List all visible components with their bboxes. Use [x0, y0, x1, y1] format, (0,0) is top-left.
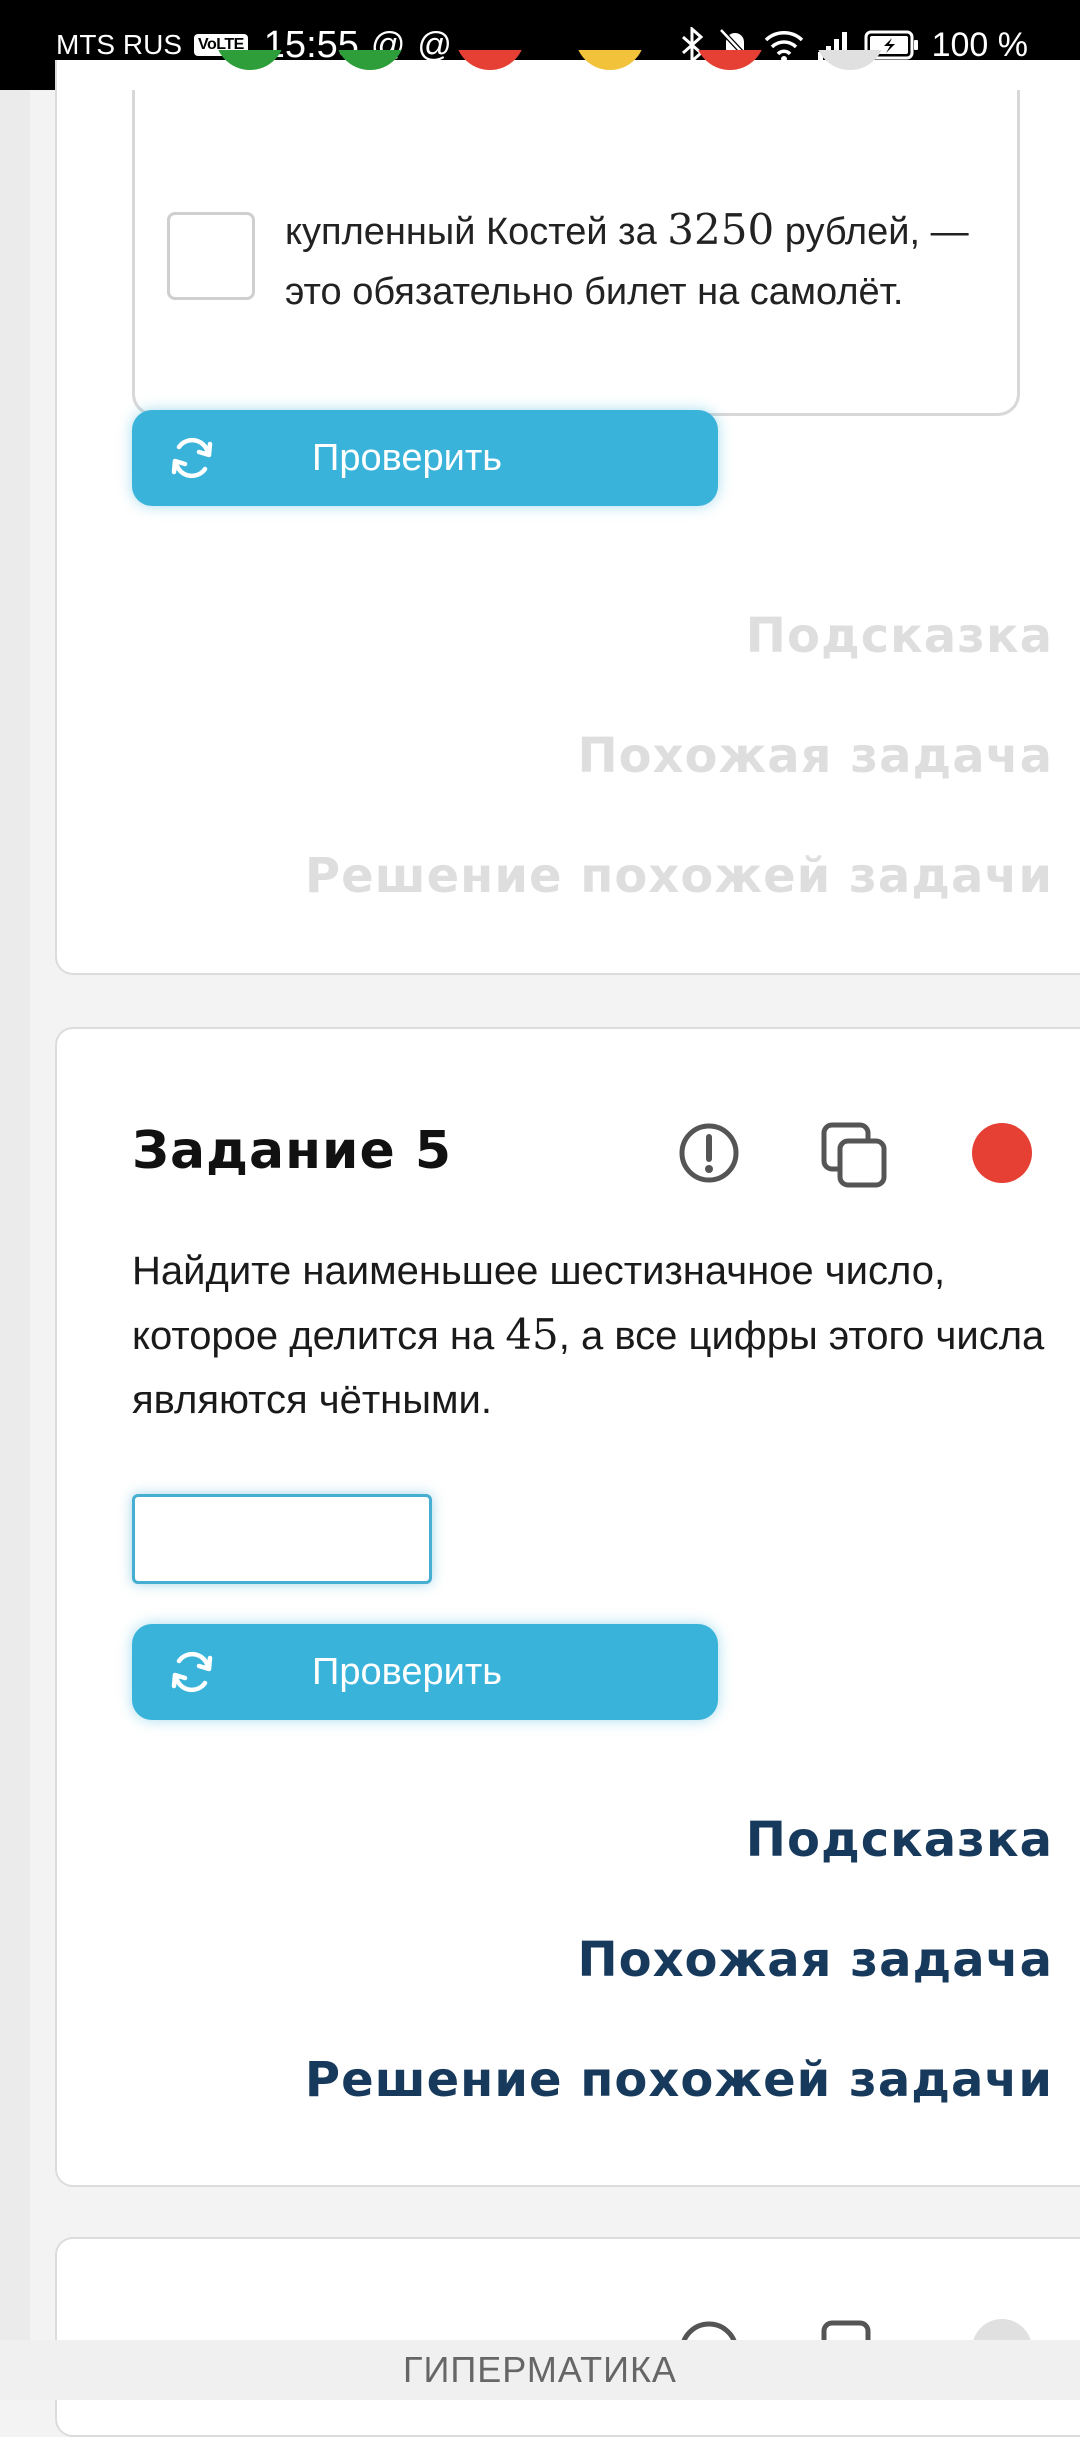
- option-text: купленный Костей за 3250 рублей, — это о…: [285, 205, 969, 313]
- check-button[interactable]: Проверить: [132, 410, 718, 506]
- task-card-4: купленный Костей за 3250 рублей, — это о…: [55, 50, 1080, 975]
- answer-option[interactable]: купленный Костей за 3250 рублей, — это о…: [132, 50, 1020, 416]
- check-button[interactable]: Проверить: [132, 1624, 718, 1720]
- similar-solution-link[interactable]: Решение похожей задачи: [113, 848, 1080, 904]
- task-card-6: [55, 2237, 1080, 2437]
- hint-link[interactable]: Подсказка: [113, 608, 1080, 664]
- task-statement: Найдите наименьшее шестизначное число, к…: [132, 1249, 1045, 1422]
- status-dot: [455, 50, 525, 70]
- hint-link[interactable]: Подсказка: [113, 1812, 1080, 1868]
- refresh-icon: [168, 434, 216, 487]
- answer-input[interactable]: [132, 1494, 432, 1584]
- status-dot: [695, 50, 765, 70]
- status-dot: [215, 50, 285, 70]
- similar-task-link[interactable]: Похожая задача: [113, 1932, 1080, 1988]
- check-button-label: Проверить: [312, 1651, 503, 1693]
- status-dot: [575, 50, 645, 70]
- left-margin: [0, 90, 30, 2340]
- task-status-dot: [972, 1123, 1032, 1183]
- report-error-icon[interactable]: [677, 1121, 741, 1190]
- check-button-label: Проверить: [312, 437, 503, 479]
- refresh-icon: [168, 1648, 216, 1701]
- similar-solution-link[interactable]: Решение похожей задачи: [113, 2052, 1080, 2108]
- similar-task-link[interactable]: Похожая задача: [113, 728, 1080, 784]
- task-progress-dots: [135, 50, 1023, 90]
- task-title: Задание 5: [132, 1121, 453, 1181]
- copy-icon[interactable]: [820, 1121, 890, 1196]
- status-dot: [815, 50, 885, 70]
- status-dot: [335, 50, 405, 70]
- option-checkbox[interactable]: [167, 212, 255, 300]
- footer-brand: ГИПЕРМАТИКА: [0, 2340, 1080, 2400]
- task-card-5: Задание 5 Найдите наименьшее шестизначно…: [55, 1027, 1080, 2187]
